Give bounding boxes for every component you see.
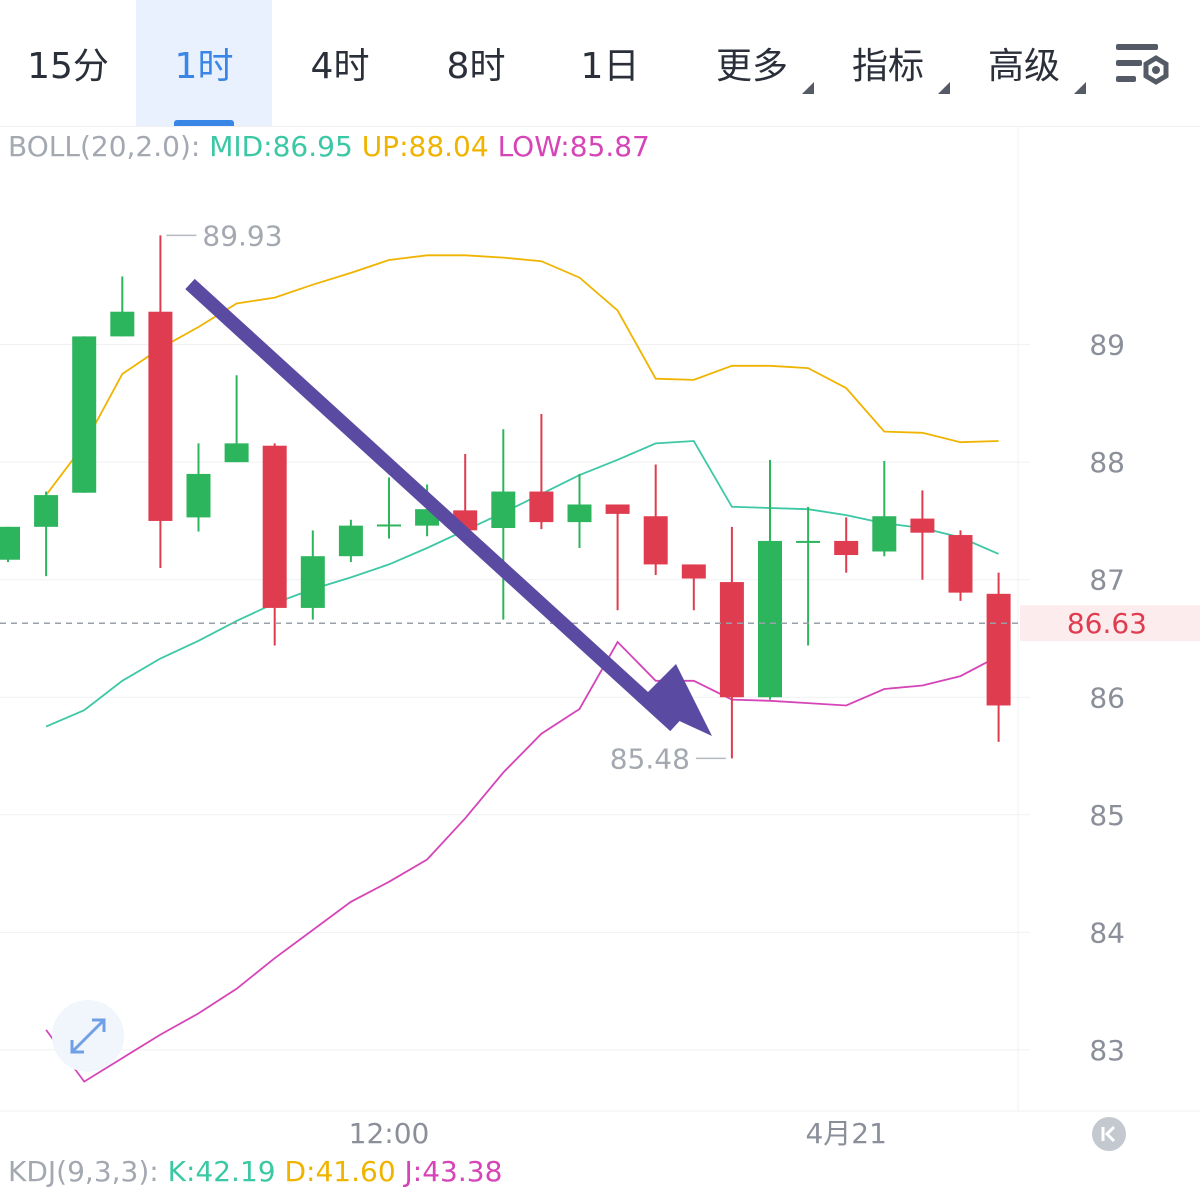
dropdown-caret-icon: [938, 82, 950, 94]
boll-legend-up: UP:88.04: [361, 130, 489, 163]
tab-0[interactable]: 15分: [0, 0, 136, 126]
price-chart[interactable]: 89 88 87 86 85 84 83 86.63 89.93 85.48 12:00 4月21: [0, 126, 1200, 1186]
tab-label: 15分: [27, 46, 109, 87]
candle-body: [529, 491, 554, 523]
boll-legend-name: BOLL(20,2.0):: [8, 130, 201, 163]
candle-body: [491, 491, 516, 528]
tab-4[interactable]: 1日: [544, 0, 676, 126]
y-tick-label: 86: [1089, 681, 1125, 714]
candle-body: [0, 526, 20, 560]
candle-body: [186, 473, 211, 518]
boll-legend-low: LOW:85.87: [497, 130, 650, 163]
candle-body: [72, 336, 97, 493]
kdj-legend-j: J:43.38: [404, 1155, 503, 1188]
tab-label: 更多: [715, 46, 788, 87]
candle-body: [148, 311, 173, 521]
tab-1[interactable]: 1时: [136, 0, 272, 126]
candle-body: [643, 516, 668, 565]
candle-body: [719, 582, 744, 698]
candle-body: [872, 516, 897, 552]
candle-body: [948, 535, 973, 593]
high-price-label: 89.93: [202, 219, 282, 252]
candle-body: [796, 540, 821, 543]
y-tick-label: 89: [1089, 329, 1125, 362]
y-tick-label: 85: [1089, 799, 1125, 832]
candle-body: [224, 443, 249, 463]
candle-body: [300, 556, 325, 608]
boll-line-low: [45, 640, 1000, 1083]
tab-3[interactable]: 8时: [408, 0, 544, 126]
last-price-label: 86.63: [1067, 607, 1147, 640]
kdj-legend: KDJ(9,3,3): K:42.19 D:41.60 J:43.38: [8, 1155, 502, 1188]
candle-body: [34, 495, 59, 527]
candle-body: [681, 564, 706, 579]
kdj-legend-name: KDJ(9,3,3):: [8, 1155, 159, 1188]
x-tick-label: 4月21: [805, 1117, 886, 1150]
kdj-legend-d: D:41.60: [284, 1155, 396, 1188]
candle-body: [758, 540, 782, 698]
timeframe-tabbar: 15分 1时 4时 8时 1日 更多 指标 高级: [0, 0, 1200, 127]
low-price-label: 85.48: [610, 742, 690, 775]
candle-body: [110, 311, 135, 337]
candle-body: [338, 525, 363, 557]
candle-body: [986, 593, 1011, 706]
tab-2[interactable]: 4时: [272, 0, 408, 126]
candle-body: [834, 540, 859, 556]
tab-5[interactable]: 更多: [684, 0, 820, 126]
tab-label: 1日: [580, 46, 640, 87]
tab-label: 8时: [446, 46, 506, 87]
y-tick-label: 84: [1089, 916, 1125, 949]
candle-body: [377, 524, 401, 527]
boll-legend: BOLL(20,2.0): MID:86.95 UP:88.04 LOW:85.…: [8, 130, 650, 163]
x-tick-label: 12:00: [349, 1117, 430, 1150]
candle-body: [262, 445, 287, 608]
scroll-to-start-icon[interactable]: [1092, 1117, 1126, 1151]
tab-label: 指标: [851, 46, 924, 87]
candle-body: [605, 504, 630, 514]
dropdown-caret-icon: [802, 82, 814, 94]
y-tick-label: 83: [1089, 1034, 1125, 1067]
expand-chart-icon[interactable]: [52, 1000, 124, 1072]
boll-legend-mid: MID:86.95: [209, 130, 353, 163]
tab-label: 高级: [987, 46, 1060, 87]
kdj-legend-k: K:42.19: [167, 1155, 276, 1188]
chart-settings-icon[interactable]: [1112, 40, 1172, 96]
tab-6[interactable]: 指标: [820, 0, 956, 126]
dropdown-caret-icon: [1074, 82, 1086, 94]
tab-label: 1时: [174, 46, 234, 87]
candle-body: [567, 504, 592, 523]
tab-label: 4时: [310, 46, 370, 87]
tab-7[interactable]: 高级: [956, 0, 1092, 126]
candle-body: [910, 518, 935, 533]
y-tick-label: 88: [1089, 446, 1125, 479]
y-tick-label: 87: [1089, 564, 1125, 597]
